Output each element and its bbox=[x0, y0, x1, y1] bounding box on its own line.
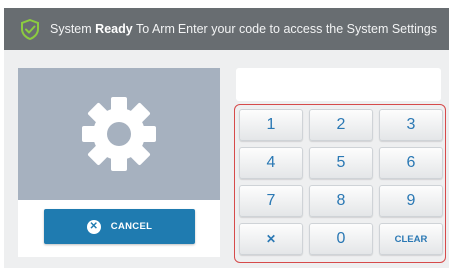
key-1[interactable]: 1 bbox=[239, 109, 303, 141]
main-content: ✕ CANCEL 1 2 3 4 5 6 7 8 9 ✕ 0 CLEAR bbox=[4, 50, 449, 268]
key-7[interactable]: 7 bbox=[239, 185, 303, 217]
key-3[interactable]: 3 bbox=[379, 109, 443, 141]
header-bar: System Ready To Arm Enter your code to a… bbox=[4, 8, 449, 50]
shield-check-icon bbox=[21, 19, 39, 40]
key-5[interactable]: 5 bbox=[309, 147, 373, 179]
system-status: System Ready To Arm bbox=[50, 22, 175, 36]
keypad: 1 2 3 4 5 6 7 8 9 ✕ 0 CLEAR bbox=[234, 104, 446, 263]
code-display bbox=[236, 68, 441, 101]
gear-icon bbox=[82, 97, 156, 171]
key-8[interactable]: 8 bbox=[309, 185, 373, 217]
key-9[interactable]: 9 bbox=[379, 185, 443, 217]
cancel-label: CANCEL bbox=[110, 221, 153, 232]
key-0[interactable]: 0 bbox=[309, 223, 373, 255]
key-6[interactable]: 6 bbox=[379, 147, 443, 179]
cancel-button[interactable]: ✕ CANCEL bbox=[44, 209, 195, 244]
status-suffix: To Arm bbox=[135, 22, 175, 36]
key-2[interactable]: 2 bbox=[309, 109, 373, 141]
settings-image bbox=[18, 68, 220, 200]
code-prompt: Enter your code to access the System Set… bbox=[177, 22, 437, 36]
status-ready: Ready bbox=[95, 22, 133, 36]
backspace-key[interactable]: ✕ bbox=[239, 223, 303, 255]
clear-key[interactable]: CLEAR bbox=[379, 223, 443, 255]
status-prefix: System bbox=[50, 22, 92, 36]
settings-panel: ✕ CANCEL bbox=[18, 68, 220, 257]
key-4[interactable]: 4 bbox=[239, 147, 303, 179]
close-circle-icon: ✕ bbox=[86, 219, 101, 234]
